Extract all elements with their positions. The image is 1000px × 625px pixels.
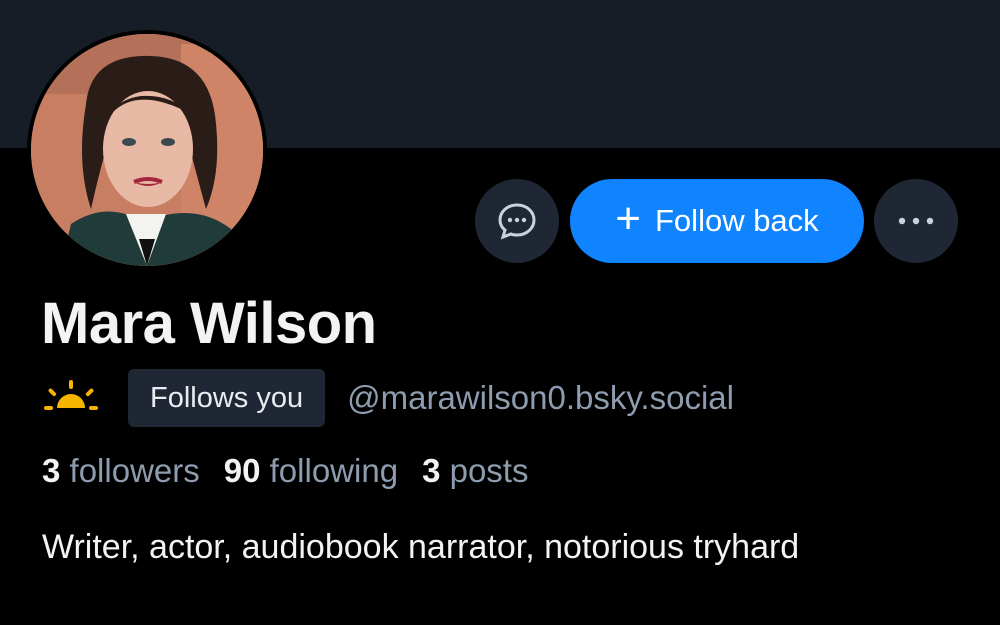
posts-count: 3 bbox=[422, 452, 441, 489]
following-label: following bbox=[269, 452, 399, 489]
posts-stat: 3 posts bbox=[422, 452, 528, 490]
profile-handle[interactable]: @marawilson0.bsky.social bbox=[347, 379, 734, 417]
profile-stats: 3 followers 90 following 3 posts bbox=[42, 452, 528, 490]
profile-name: Mara Wilson bbox=[41, 291, 377, 356]
more-options-button[interactable] bbox=[874, 179, 958, 263]
followers-count: 3 bbox=[42, 452, 61, 489]
followers-label: followers bbox=[69, 452, 200, 489]
sunrise-icon bbox=[44, 380, 98, 410]
avatar[interactable] bbox=[31, 34, 263, 266]
follow-back-label: Follow back bbox=[655, 203, 819, 238]
followers-stat[interactable]: 3 followers bbox=[42, 452, 200, 490]
following-count: 90 bbox=[223, 452, 261, 489]
message-button[interactable] bbox=[475, 179, 559, 263]
follow-back-button[interactable]: + Follow back bbox=[570, 179, 864, 263]
plus-icon: + bbox=[615, 194, 641, 243]
avatar-photo bbox=[31, 34, 263, 266]
following-stat[interactable]: 90 following bbox=[224, 452, 398, 490]
posts-label: posts bbox=[449, 452, 529, 489]
profile-bio: Writer, actor, audiobook narrator, notor… bbox=[42, 528, 800, 566]
profile-meta-row: Follows you @marawilson0.bsky.social bbox=[42, 369, 734, 427]
ellipsis-icon bbox=[898, 217, 934, 225]
follows-you-badge: Follows you bbox=[128, 369, 326, 427]
message-bubble-icon bbox=[498, 203, 536, 240]
avatar-ring bbox=[27, 30, 267, 270]
